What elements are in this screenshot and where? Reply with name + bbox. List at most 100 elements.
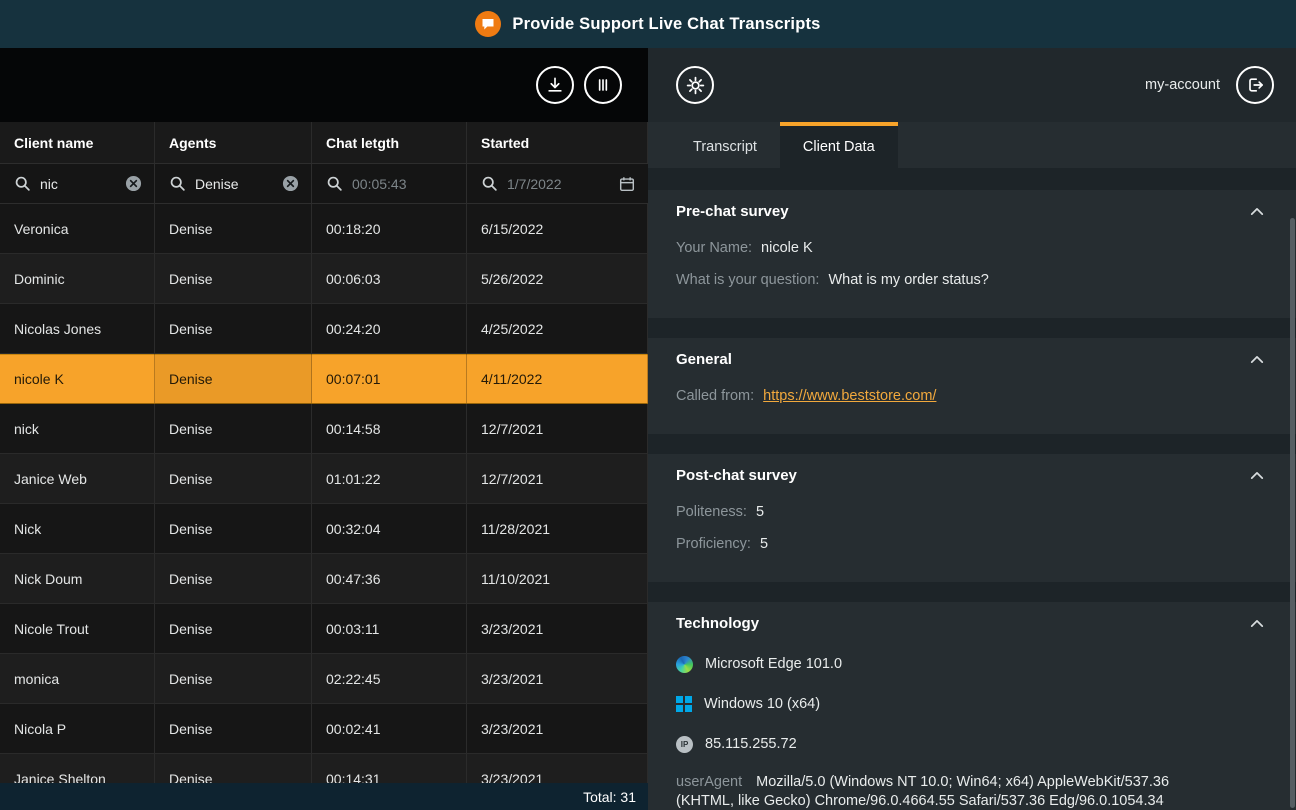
logout-button[interactable] [1236, 66, 1274, 104]
cell-agent: Denise [155, 354, 312, 404]
table-filter-row: nic Denise 00:05:43 1/7/2022 [0, 164, 648, 204]
field-label: Politeness: [676, 504, 747, 520]
cell-length: 00:02:41 [312, 704, 467, 754]
gear-icon [685, 75, 706, 96]
agent-filter-value: Denise [195, 176, 273, 192]
column-header-started[interactable]: Started [467, 122, 648, 163]
transcripts-toolbar [0, 48, 648, 122]
app-title: Provide Support Live Chat Transcripts [512, 15, 820, 34]
search-icon [326, 175, 343, 192]
cell-started: 11/10/2021 [467, 554, 648, 604]
details-panel: my-account Transcript Client Data Pre-ch… [648, 48, 1296, 810]
field-value: What is my order status? [828, 272, 988, 288]
collapse-technology-button[interactable] [1246, 617, 1268, 630]
provide-support-logo-icon [475, 11, 501, 37]
section-title: Post-chat survey [676, 467, 797, 484]
cell-started: 3/23/2021 [467, 704, 648, 754]
download-icon [545, 75, 565, 95]
logout-icon [1245, 75, 1265, 95]
chevron-up-icon [1250, 207, 1264, 216]
field-label: Proficiency: [676, 536, 751, 552]
cell-agent: Denise [155, 654, 312, 704]
section-title: Technology [676, 615, 759, 632]
clear-client-filter-button[interactable] [125, 175, 142, 192]
agent-filter-input[interactable]: Denise [155, 164, 312, 203]
scrollbar-thumb[interactable] [1290, 218, 1295, 808]
clear-agent-filter-button[interactable] [282, 175, 299, 192]
called-from-link[interactable]: https://www.beststore.com/ [763, 388, 936, 404]
cell-started: 12/7/2021 [467, 404, 648, 454]
cell-client: Dominic [0, 254, 155, 304]
cell-started: 12/7/2021 [467, 454, 648, 504]
cell-client: Nicola P [0, 704, 155, 754]
table-row[interactable]: Nick Denise 00:32:04 11/28/2021 [0, 504, 648, 554]
chevron-up-icon [1250, 619, 1264, 628]
table-row[interactable]: Nicolas Jones Denise 00:24:20 4/25/2022 [0, 304, 648, 354]
chat-length-filter-placeholder: 00:05:43 [352, 176, 454, 192]
table-row[interactable]: Nicole Trout Denise 00:03:11 3/23/2021 [0, 604, 648, 654]
cell-client: nick [0, 404, 155, 454]
calendar-button[interactable] [618, 175, 636, 193]
transcripts-panel: Client name Agents Chat letgth Started n… [0, 48, 648, 810]
cell-agent: Denise [155, 254, 312, 304]
cell-length: 00:14:58 [312, 404, 467, 454]
cell-client: Nick [0, 504, 155, 554]
table-row-selected[interactable]: nicole K Denise 00:07:01 4/11/2022 [0, 354, 648, 404]
columns-button[interactable] [584, 66, 622, 104]
section-title: General [676, 351, 732, 368]
chevron-up-icon [1250, 471, 1264, 480]
table-header-row: Client name Agents Chat letgth Started [0, 122, 648, 164]
collapse-pre-chat-button[interactable] [1246, 205, 1268, 218]
ip-address-icon: IP [676, 736, 693, 753]
cell-length: 00:07:01 [312, 354, 467, 404]
cell-agent: Denise [155, 604, 312, 654]
table-row[interactable]: monica Denise 02:22:45 3/23/2021 [0, 654, 648, 704]
section-general: General Called from: https://www.beststo… [648, 338, 1296, 434]
cell-agent: Denise [155, 404, 312, 454]
ip-value: 85.115.255.72 [705, 736, 797, 752]
column-header-agents[interactable]: Agents [155, 122, 312, 163]
cell-client: Janice Web [0, 454, 155, 504]
collapse-general-button[interactable] [1246, 353, 1268, 366]
cell-started: 3/23/2021 [467, 654, 648, 704]
field-label: What is your question: [676, 272, 819, 288]
scrollbar[interactable] [1290, 174, 1295, 804]
cell-started: 11/28/2021 [467, 504, 648, 554]
tab-client-data[interactable]: Client Data [780, 122, 898, 168]
table-row[interactable]: Dominic Denise 00:06:03 5/26/2022 [0, 254, 648, 304]
cell-client: Nicole Trout [0, 604, 155, 654]
account-name[interactable]: my-account [1145, 77, 1220, 93]
cell-length: 00:47:36 [312, 554, 467, 604]
cell-client: monica [0, 654, 155, 704]
cell-client: Nick Doum [0, 554, 155, 604]
cell-client: Nicolas Jones [0, 304, 155, 354]
tab-transcript[interactable]: Transcript [670, 122, 780, 168]
app-window: Provide Support Live Chat Transcripts Cl… [0, 0, 1296, 810]
started-filter-input[interactable]: 1/7/2022 [467, 164, 648, 203]
top-bar: Provide Support Live Chat Transcripts [0, 0, 1296, 48]
os-value: Windows 10 (x64) [704, 696, 820, 712]
cell-started: 5/26/2022 [467, 254, 648, 304]
search-icon [14, 175, 31, 192]
column-header-client-name[interactable]: Client name [0, 122, 155, 163]
cell-length: 00:03:11 [312, 604, 467, 654]
details-tabs: Transcript Client Data [648, 122, 1296, 168]
table-row[interactable]: Janice Web Denise 01:01:22 12/7/2021 [0, 454, 648, 504]
collapse-post-chat-button[interactable] [1246, 469, 1268, 482]
table-row[interactable]: nick Denise 00:14:58 12/7/2021 [0, 404, 648, 454]
settings-button[interactable] [676, 66, 714, 104]
table-footer: Total: 31 [0, 783, 648, 810]
cell-length: 00:18:20 [312, 204, 467, 254]
cell-started: 4/11/2022 [467, 354, 648, 404]
user-agent-value: Mozilla/5.0 (Windows NT 10.0; Win64; x64… [676, 774, 1169, 809]
cell-agent: Denise [155, 704, 312, 754]
download-button[interactable] [536, 66, 574, 104]
cell-length: 00:06:03 [312, 254, 467, 304]
client-name-filter-input[interactable]: nic [0, 164, 155, 203]
table-row[interactable]: Nick Doum Denise 00:47:36 11/10/2021 [0, 554, 648, 604]
section-pre-chat-survey: Pre-chat survey Your Name: nicole K What… [648, 190, 1296, 318]
table-row[interactable]: Veronica Denise 00:18:20 6/15/2022 [0, 204, 648, 254]
column-header-chat-length[interactable]: Chat letgth [312, 122, 467, 163]
chat-length-filter-input[interactable]: 00:05:43 [312, 164, 467, 203]
table-row[interactable]: Nicola P Denise 00:02:41 3/23/2021 [0, 704, 648, 754]
